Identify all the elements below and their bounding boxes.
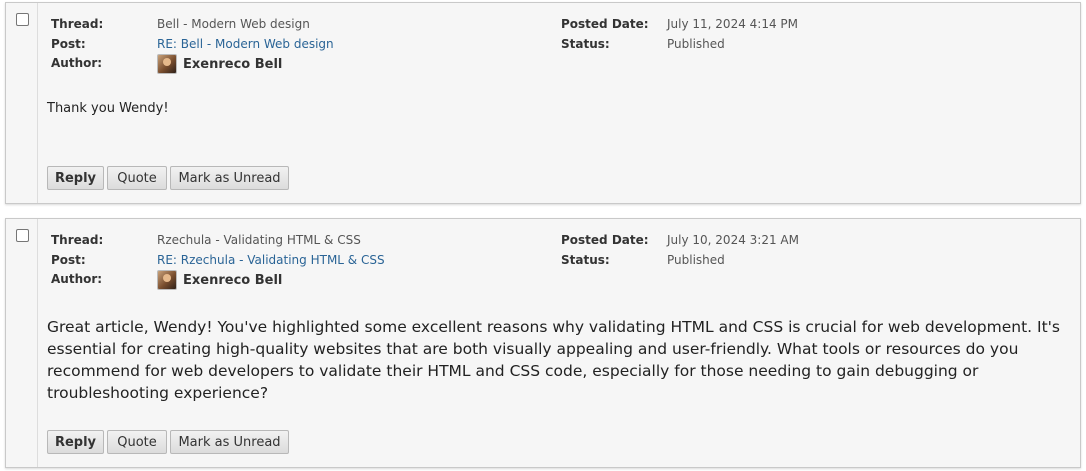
reply-button[interactable]: Reply [47, 430, 104, 454]
author-label: Author: [51, 56, 103, 70]
avatar [157, 54, 177, 74]
thread-label: Thread: [51, 17, 104, 31]
status-label: Status: [561, 253, 610, 267]
thread-value: Bell - Modern Web design [157, 17, 310, 31]
quote-button[interactable]: Quote [107, 166, 167, 190]
thread-label: Thread: [51, 233, 104, 247]
select-post-checkbox[interactable] [16, 229, 29, 242]
author: Exenreco Bell [157, 54, 282, 74]
select-post-checkbox[interactable] [16, 13, 29, 26]
posted-date-value: July 10, 2024 3:21 AM [667, 233, 799, 247]
avatar [157, 270, 177, 290]
post-body: Thank you Wendy! [47, 101, 169, 116]
mark-as-unread-button[interactable]: Mark as Unread [170, 166, 289, 190]
post-card: Thread: Rzechula - Validating HTML & CSS… [5, 218, 1081, 468]
status-value: Published [667, 253, 725, 267]
thread-value: Rzechula - Validating HTML & CSS [157, 233, 361, 247]
mark-as-unread-button[interactable]: Mark as Unread [170, 430, 289, 454]
selection-column [6, 3, 38, 203]
author-name: Exenreco Bell [183, 272, 283, 288]
post-label: Post: [51, 37, 86, 51]
reply-button[interactable]: Reply [47, 166, 104, 190]
posted-date-value: July 11, 2024 4:14 PM [667, 17, 798, 31]
author-name: Exenreco Bell [183, 56, 283, 72]
selection-column [6, 219, 38, 467]
author: Exenreco Bell [157, 270, 282, 290]
post-link[interactable]: RE: Bell - Modern Web design [157, 37, 334, 51]
author-label: Author: [51, 272, 103, 286]
posted-date-label: Posted Date: [561, 17, 649, 31]
post-card: Thread: Bell - Modern Web design Post: R… [5, 2, 1081, 204]
post-label: Post: [51, 253, 86, 267]
posted-date-label: Posted Date: [561, 233, 649, 247]
status-value: Published [667, 37, 725, 51]
status-label: Status: [561, 37, 610, 51]
post-link[interactable]: RE: Rzechula - Validating HTML & CSS [157, 253, 385, 267]
post-body: Great article, Wendy! You've highlighted… [47, 318, 1060, 402]
quote-button[interactable]: Quote [107, 430, 167, 454]
